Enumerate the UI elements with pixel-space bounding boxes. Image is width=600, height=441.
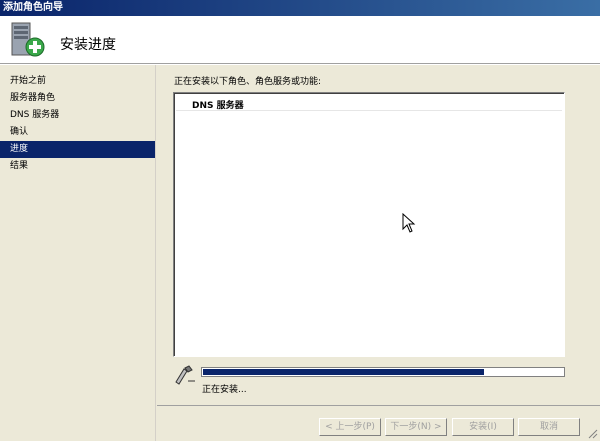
back-button[interactable]: < 上一步(P) (319, 418, 381, 436)
install-progress-bar (201, 367, 565, 377)
row-divider (176, 110, 562, 111)
server-add-icon (11, 22, 45, 57)
next-button[interactable]: 下一步(N) > (385, 418, 447, 436)
wizard-sidebar: 开始之前 服务器角色 DNS 服务器 确认 进度 结果 (0, 65, 156, 441)
sidebar-item-dns-server[interactable]: DNS 服务器 (0, 107, 155, 124)
page-title: 安装进度 (60, 37, 116, 53)
sidebar-item-progress[interactable]: 进度 (0, 141, 155, 158)
installing-icon (175, 365, 195, 385)
install-caption: 正在安装以下角色、角色服务或功能: (174, 77, 322, 87)
wizard-footer: < 上一步(P) 下一步(N) > 安装(I) 取消 (157, 405, 600, 441)
sidebar-item-before-you-begin[interactable]: 开始之前 (0, 73, 155, 90)
progress-fill (203, 369, 484, 375)
wizard-header: 安装进度 (0, 16, 600, 64)
main-panel: 正在安装以下角色、角色服务或功能: DNS 服务器 正在安装... (157, 65, 600, 441)
install-list[interactable]: DNS 服务器 (173, 92, 565, 357)
sidebar-item-server-roles[interactable]: 服务器角色 (0, 90, 155, 107)
window-title: 添加角色向导 (0, 0, 600, 16)
sidebar-item-results[interactable]: 结果 (0, 158, 155, 175)
install-status: 正在安装... (202, 385, 247, 395)
sidebar-item-confirmation[interactable]: 确认 (0, 124, 155, 141)
resize-grip-icon[interactable] (586, 427, 598, 439)
install-button[interactable]: 安装(I) (452, 418, 514, 436)
mouse-cursor-icon (402, 213, 416, 233)
cancel-button[interactable]: 取消 (518, 418, 580, 436)
